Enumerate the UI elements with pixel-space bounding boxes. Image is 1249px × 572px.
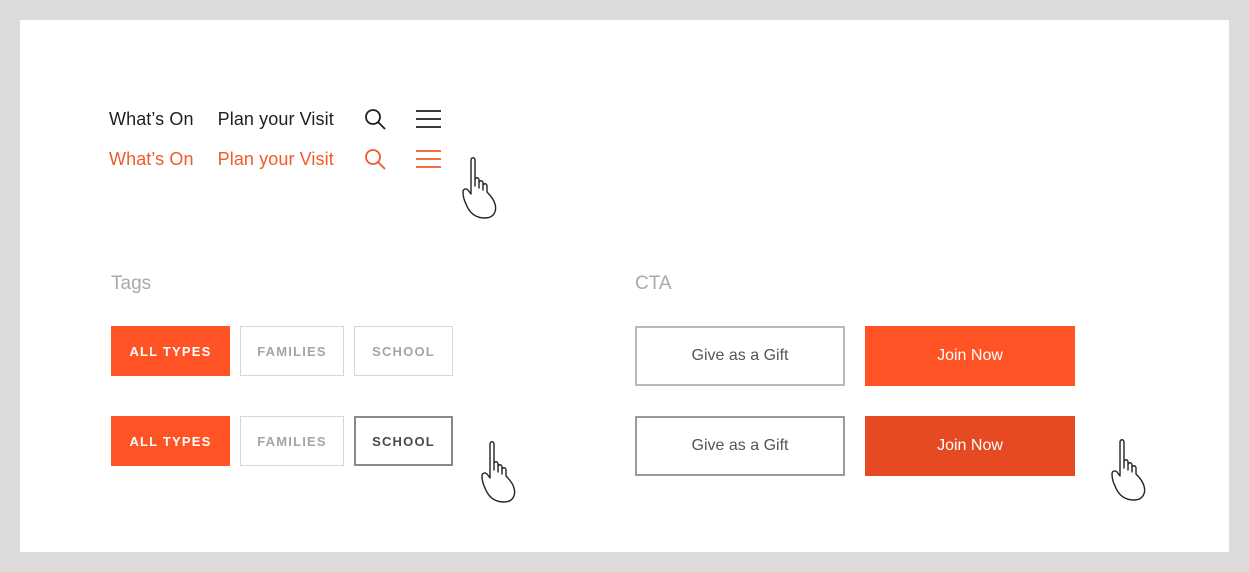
hamburger-menu-icon[interactable] bbox=[415, 109, 441, 129]
nav-link-plan-visit[interactable]: Plan your Visit bbox=[218, 109, 334, 130]
tag-all-types[interactable]: ALL TYPES bbox=[111, 416, 230, 466]
tag-school-hover[interactable]: SCHOOL bbox=[354, 416, 453, 466]
nav-link-whats-on[interactable]: What’s On bbox=[109, 109, 194, 130]
hamburger-menu-icon[interactable] bbox=[415, 149, 441, 169]
search-icon[interactable] bbox=[364, 148, 386, 170]
join-now-button[interactable]: Join Now bbox=[865, 326, 1075, 386]
search-icon[interactable] bbox=[364, 108, 386, 130]
tags-section-title: Tags bbox=[111, 273, 152, 294]
tag-school[interactable]: SCHOOL bbox=[354, 326, 453, 376]
style-guide-canvas: What’s On Plan your Visit What’s On Plan… bbox=[20, 20, 1229, 552]
hand-pointer-icon bbox=[480, 440, 520, 506]
nav-hover-state: What’s On Plan your Visit bbox=[109, 144, 441, 174]
tag-all-types[interactable]: ALL TYPES bbox=[111, 326, 230, 376]
hand-pointer-icon bbox=[461, 156, 501, 222]
nav-default-state: What’s On Plan your Visit bbox=[109, 104, 441, 134]
tag-families[interactable]: FAMILIES bbox=[240, 326, 344, 376]
nav-link-plan-visit-hover[interactable]: Plan your Visit bbox=[218, 149, 334, 170]
give-gift-button[interactable]: Give as a Gift bbox=[635, 326, 845, 386]
give-gift-button[interactable]: Give as a Gift bbox=[635, 416, 845, 476]
hand-pointer-icon bbox=[1110, 438, 1150, 504]
tag-families[interactable]: FAMILIES bbox=[240, 416, 344, 466]
join-now-button-hover[interactable]: Join Now bbox=[865, 416, 1075, 476]
nav-link-whats-on-hover[interactable]: What’s On bbox=[109, 149, 194, 170]
cta-section-title: CTA bbox=[635, 273, 672, 294]
